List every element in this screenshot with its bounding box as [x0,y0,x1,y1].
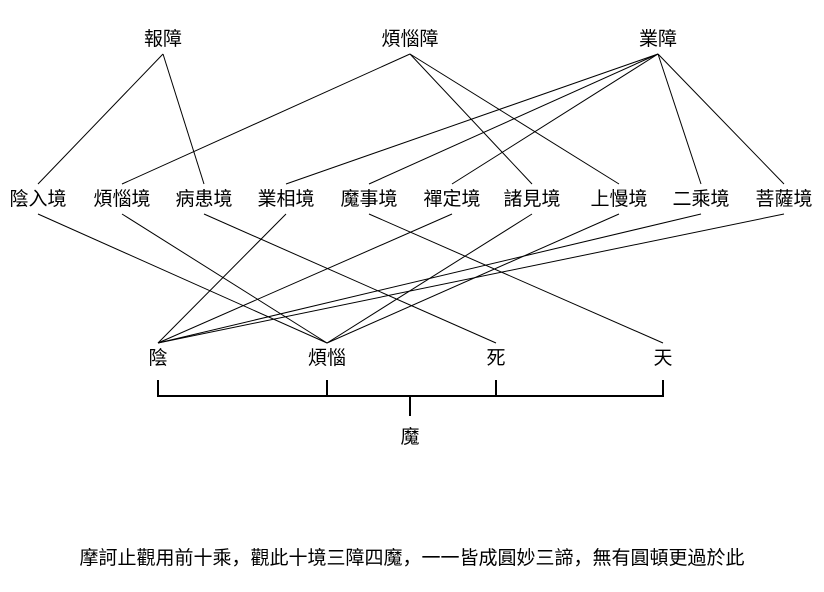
edge-karma-to-two-vehicles [657,53,702,185]
edge-dhyana-to-skandha [157,213,453,344]
edge-skandhas-to-affliction [37,213,328,344]
realm-label-demonic: 魔事境 [340,188,397,210]
obstacle-label-retribution: 報障 [144,28,182,50]
realm-label-bodhisattva: 菩薩境 [755,188,812,210]
edge-karma-to-karmic-signs [285,53,659,185]
edge-illness-to-death [203,213,497,344]
root-label: 魔 [400,426,419,448]
edge-afflictions-to-afflictions [121,53,411,185]
edge-retribution-to-skandhas [37,53,164,185]
edge-afflictions-to-affliction [121,213,328,344]
obstacle-label-karma: 業障 [639,28,677,50]
demon-bracket [157,380,664,416]
realm-label-arrogance: 上慢境 [590,188,647,210]
demon-label-heaven: 天 [653,347,672,369]
realm-label-illness: 病患境 [175,188,232,210]
realm-label-dhyana: 禪定境 [423,188,480,210]
demon-label-skandha: 陰 [148,347,167,369]
caption: 摩訶止觀用前十乘，觀此十境三障四魔，一一皆成圓妙三諦，無有圓頓更過於此 [79,547,745,569]
demon-label-affliction: 煩惱 [308,347,346,369]
edge-bodhisattva-to-skandha [157,213,785,344]
diagram: 報障 煩惱障 業障 陰入境 煩惱境 病患境 業相境 魔事境 禪定境 諸見境 上慢… [9,28,812,448]
realm-label-afflictions: 煩惱境 [93,188,150,210]
demon-label-death: 死 [486,347,505,369]
edge-karma-to-bodhisattva [657,53,785,185]
edge-retribution-to-illness [162,53,205,185]
edge-karma-to-dhyana [451,53,659,185]
realm-label-two-vehicles: 二乘境 [672,188,729,210]
realm-label-views: 諸見境 [503,188,560,210]
diagram-labels: 報障 煩惱障 業障 陰入境 煩惱境 病患境 業相境 魔事境 禪定境 諸見境 上慢… [9,28,812,448]
obstacle-label-afflictions: 煩惱障 [381,28,438,50]
realm-label-skandhas: 陰入境 [9,188,66,210]
edge-karmic-signs-to-skandha [157,213,287,344]
realm-label-karmic-signs: 業相境 [257,188,314,210]
